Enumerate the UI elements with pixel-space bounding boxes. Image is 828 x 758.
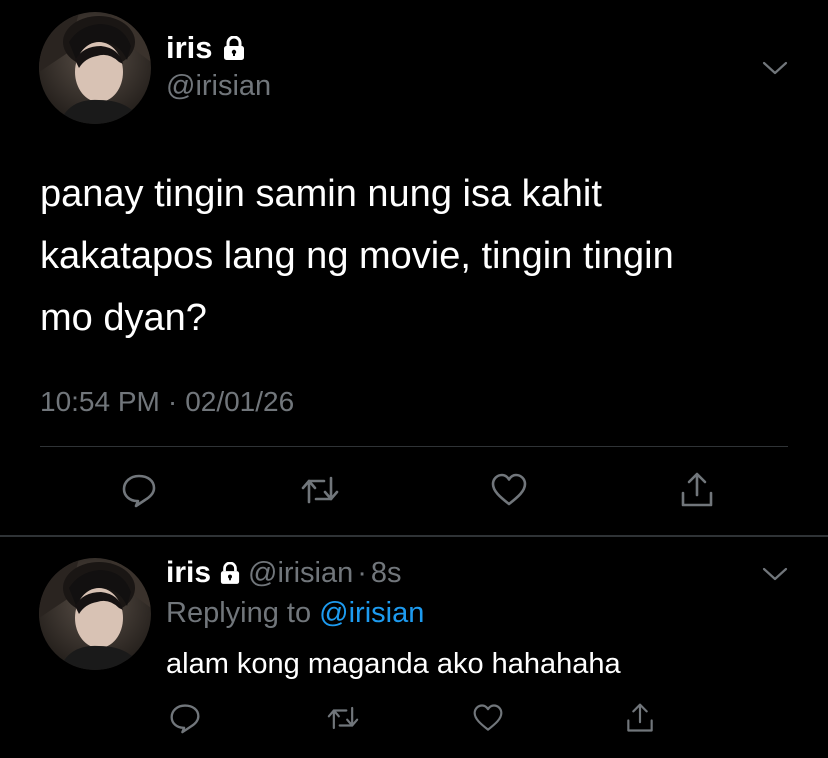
tweet-date: 02/01/26 xyxy=(185,386,295,417)
comment-bubble-icon xyxy=(169,702,201,739)
tweet-time: 10:54 PM xyxy=(40,386,160,417)
thread-divider xyxy=(0,535,828,537)
main-tweet: iris @irisian panay tingin samin nung is… xyxy=(0,0,828,536)
replying-to: Replying to @irisian xyxy=(166,597,424,630)
lock-icon xyxy=(220,562,240,584)
lock-icon xyxy=(223,36,245,60)
replying-prefix: Replying to xyxy=(166,597,312,629)
action-bar xyxy=(0,470,828,514)
retweet-button[interactable] xyxy=(321,700,365,740)
reply-action-bar xyxy=(0,700,828,740)
divider xyxy=(40,446,788,447)
like-button[interactable] xyxy=(466,700,510,740)
heart-icon xyxy=(472,703,504,738)
reply-button[interactable] xyxy=(163,700,207,740)
meta-separator: · xyxy=(167,386,178,417)
share-button[interactable] xyxy=(675,470,719,514)
author-handle[interactable]: @irisian xyxy=(166,70,271,103)
like-button[interactable] xyxy=(487,470,531,514)
retweet-button[interactable] xyxy=(298,470,342,514)
reply-avatar[interactable] xyxy=(39,558,151,670)
reply-handle[interactable]: @irisian xyxy=(248,557,353,590)
reply-display-name[interactable]: iris xyxy=(166,556,211,590)
retweet-icon xyxy=(326,703,360,738)
chevron-down-icon[interactable] xyxy=(762,60,788,76)
avatar[interactable] xyxy=(39,12,151,124)
reply-button[interactable] xyxy=(117,470,161,514)
replying-handle-link[interactable]: @irisian xyxy=(319,597,424,629)
share-upload-icon xyxy=(679,471,715,514)
comment-bubble-icon xyxy=(121,472,157,513)
tweet-text: panay tingin samin nung isa kahit kakata… xyxy=(40,173,674,339)
share-upload-icon xyxy=(625,702,655,739)
display-name[interactable]: iris xyxy=(166,30,213,66)
tweet-timestamp[interactable]: 10:54 PM · 02/01/26 xyxy=(40,386,294,418)
share-button[interactable] xyxy=(618,700,662,740)
reply-header: iris @irisian · 8s xyxy=(166,556,402,590)
reply-age: 8s xyxy=(370,556,402,589)
author-name-row: iris xyxy=(166,30,245,66)
retweet-icon xyxy=(300,472,340,513)
heart-icon xyxy=(490,472,528,513)
reply-text: alam kong maganda ako hahahaha xyxy=(166,648,621,680)
chevron-down-icon[interactable] xyxy=(762,566,788,582)
reply-separator: · xyxy=(357,556,367,589)
